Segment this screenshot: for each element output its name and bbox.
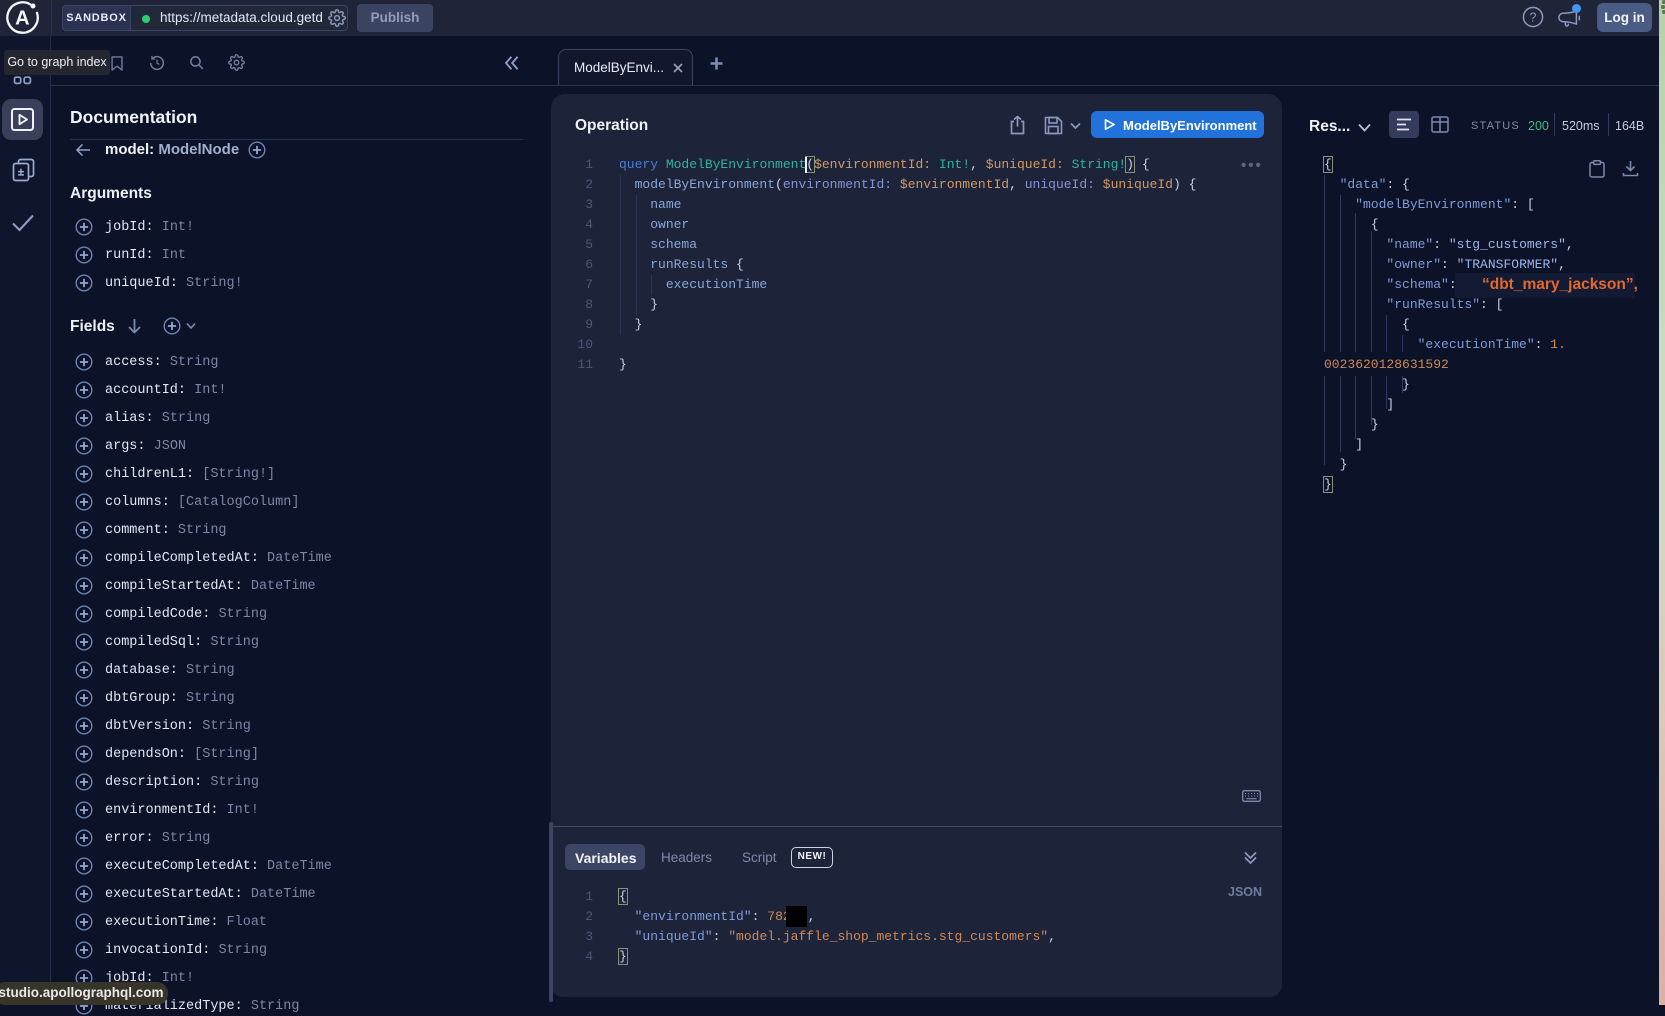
svg-text:A: A [15, 8, 29, 30]
svg-text:?: ? [1530, 10, 1537, 24]
